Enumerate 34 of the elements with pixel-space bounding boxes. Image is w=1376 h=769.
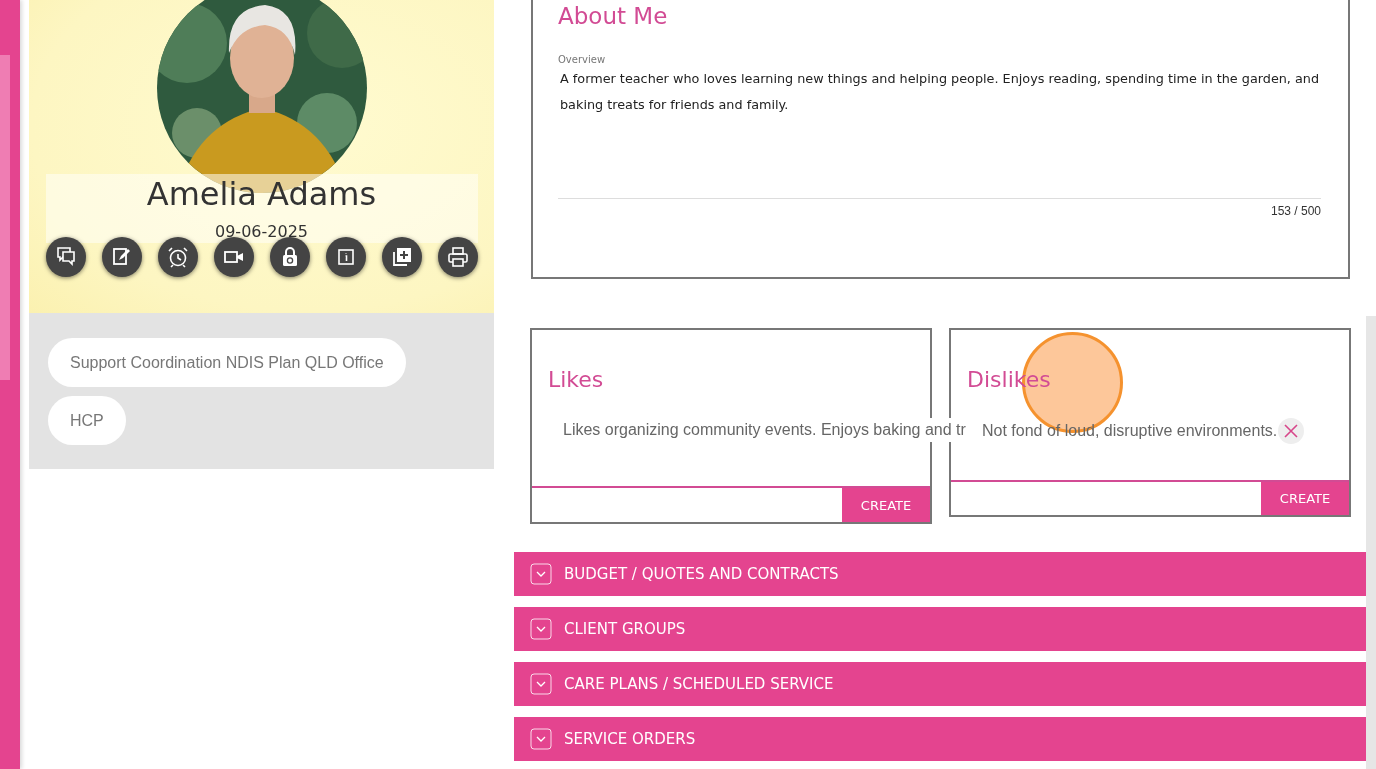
section-title: SERVICE ORDERS bbox=[564, 730, 696, 748]
create-button[interactable]: CREATE bbox=[1261, 482, 1349, 515]
remove-button[interactable] bbox=[1278, 418, 1305, 444]
overview-field[interactable]: Overview A former teacher who loves learning new things and helping people. Enjoys reading, spending time in the garden, and baking treats for friends and family. bbox=[558, 54, 1321, 199]
clipboard-pencil-button[interactable] bbox=[101, 237, 142, 277]
create-button[interactable]: CREATE bbox=[842, 488, 930, 522]
scrollbar[interactable] bbox=[1366, 316, 1376, 769]
card-title: About Me bbox=[558, 2, 669, 31]
chevron-down-icon bbox=[530, 563, 552, 585]
tag-chip[interactable]: Support Coordination NDIS Plan QLD Office bbox=[48, 338, 406, 387]
card-title: Likes bbox=[548, 366, 605, 394]
alarm-clock-button[interactable] bbox=[157, 237, 198, 277]
section-title: CARE PLANS / SCHEDULED SERVICE bbox=[564, 675, 834, 693]
padlock-button[interactable] bbox=[269, 237, 310, 277]
section-title: CLIENT GROUPS bbox=[564, 620, 686, 638]
section-header[interactable]: CARE PLANS / SCHEDULED SERVICE bbox=[514, 662, 1366, 706]
chevron-down-icon bbox=[530, 673, 552, 695]
close-icon bbox=[1284, 424, 1299, 438]
chat-button[interactable] bbox=[45, 237, 86, 277]
printer-button[interactable] bbox=[437, 237, 478, 277]
add-copy-button[interactable] bbox=[381, 237, 422, 277]
client-name: Amelia Adams bbox=[146, 174, 377, 214]
chevron-down-icon bbox=[530, 728, 552, 750]
tag-chip[interactable]: HCP bbox=[48, 396, 126, 445]
chevron-down-icon bbox=[530, 618, 552, 640]
section-header[interactable]: SERVICE ORDERS bbox=[514, 717, 1366, 761]
printer-icon bbox=[445, 245, 470, 269]
character-counter: 153 / 500 bbox=[1270, 204, 1321, 218]
info-button[interactable] bbox=[325, 237, 366, 277]
section-title: BUDGET / QUOTES AND CONTRACTS bbox=[564, 565, 839, 583]
section-header[interactable]: CLIENT GROUPS bbox=[514, 607, 1366, 651]
client-date: 09-06-2025 bbox=[215, 222, 308, 242]
section-header[interactable]: BUDGET / QUOTES AND CONTRACTS bbox=[514, 552, 1366, 596]
video-camera-button[interactable] bbox=[213, 237, 254, 277]
